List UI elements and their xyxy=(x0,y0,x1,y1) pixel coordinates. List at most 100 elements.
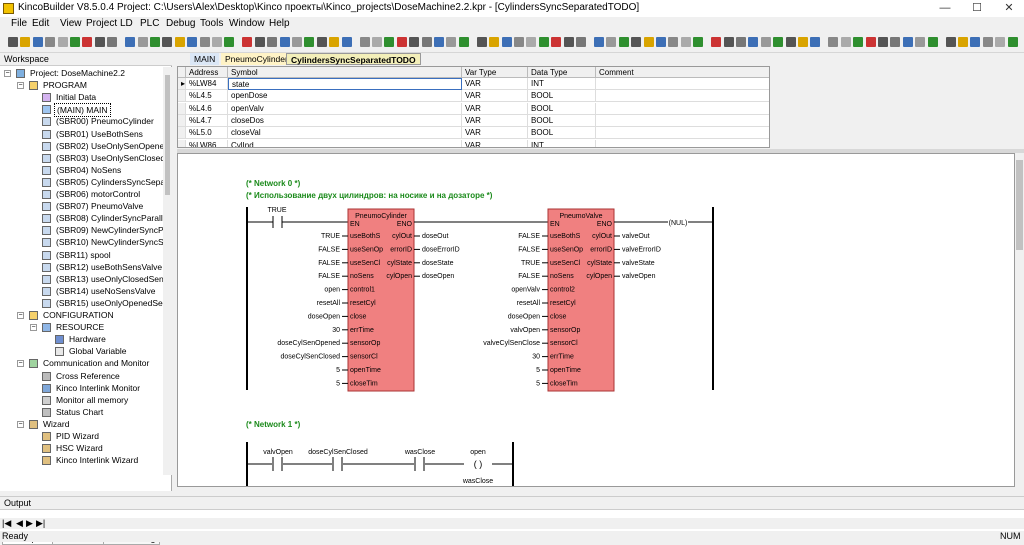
toolbar-button-9-icon[interactable] xyxy=(125,37,136,47)
tree-item[interactable]: (SBR15) useOnlyOpenedSenV xyxy=(0,297,163,309)
tree-item[interactable]: HSC Wizard xyxy=(0,442,163,454)
menu-help[interactable]: Help xyxy=(269,17,290,31)
toolbar-button-42-icon[interactable] xyxy=(551,37,562,47)
table-cell-data-type[interactable]: BOOL xyxy=(528,90,596,103)
tree-item[interactable]: (SBR01) UseBothSens xyxy=(0,128,163,140)
toolbar-button-72-icon[interactable] xyxy=(945,37,956,47)
toolbar-button-49-icon[interactable] xyxy=(643,37,654,47)
toolbar-button-39-icon[interactable] xyxy=(514,37,524,47)
toolbar-button-10-icon[interactable] xyxy=(137,37,148,47)
toolbar-button-62-icon[interactable] xyxy=(810,37,821,47)
table-cell-var-type[interactable]: VAR xyxy=(462,90,528,103)
table-cell-address[interactable]: %L4.7 xyxy=(186,114,228,127)
toolbar-button-40-icon[interactable] xyxy=(526,37,537,47)
toolbar-button-36-icon[interactable] xyxy=(476,37,487,47)
table-header-address[interactable]: Address xyxy=(186,67,228,78)
toolbar-button-54-icon[interactable] xyxy=(711,37,722,47)
tree-item[interactable]: − Project: DoseMachine2.2 xyxy=(0,67,163,79)
tree-item[interactable]: (SBR10) NewCylinderSyncSep xyxy=(0,236,163,248)
maximize-button[interactable]: ☐ xyxy=(962,0,992,17)
doc-tab-pneumocylinder[interactable]: PneumoCylinder xyxy=(221,53,292,65)
toolbar-button-30-icon[interactable] xyxy=(396,37,407,47)
scroll-left-icon[interactable]: ◀ xyxy=(16,518,23,529)
tree-expand-icon[interactable]: − xyxy=(17,82,24,90)
tree-item[interactable]: (SBR05) CylindersSyncSeparat xyxy=(0,176,163,188)
tree-item[interactable]: − CONFIGURATION xyxy=(0,309,163,321)
toolbar-button-18-icon[interactable] xyxy=(242,37,253,47)
toolbar-button-57-icon[interactable] xyxy=(748,37,759,47)
tree-item[interactable]: (SBR07) PneumoValve xyxy=(0,200,163,212)
toolbar-button-24-icon[interactable] xyxy=(316,37,327,47)
table-cell-comment[interactable] xyxy=(596,140,769,148)
tree-item[interactable]: Status Chart xyxy=(0,406,163,418)
toolbar-button-12-icon[interactable] xyxy=(162,37,173,47)
ladder-horizontal-scrollbar[interactable] xyxy=(177,487,1024,495)
toolbar-button-11-icon[interactable] xyxy=(150,37,160,47)
table-cell-var-type[interactable]: VAR xyxy=(462,139,528,147)
table-cell-symbol[interactable]: CylInd xyxy=(228,139,462,147)
table-cell-address[interactable]: %LW84 xyxy=(186,78,228,90)
toolbar-button-52-icon[interactable] xyxy=(680,37,691,47)
tree-item[interactable]: Kinco Interlink Monitor xyxy=(0,382,163,394)
table-header-data-type[interactable]: Data Type xyxy=(528,67,596,78)
tree-item[interactable]: Global Variable xyxy=(0,345,163,357)
toolbar-button-53-icon[interactable] xyxy=(693,37,704,47)
table-cell-address[interactable]: %L4.6 xyxy=(186,102,228,115)
doc-tab-cylinderssync[interactable]: CylindersSyncSeparatedTODO xyxy=(286,53,421,65)
table-cell-data-type[interactable]: BOOL xyxy=(528,102,596,115)
toolbar-button-6-icon[interactable] xyxy=(82,37,93,47)
table-cell-symbol[interactable]: openDose xyxy=(228,90,462,103)
tree-item[interactable]: (SBR09) NewCylinderSyncPara xyxy=(0,224,163,236)
tree-item[interactable]: − Wizard xyxy=(0,418,163,430)
tree-item[interactable]: (SBR08) CylinderSyncParallele xyxy=(0,212,163,224)
toolbar-button-8-icon[interactable] xyxy=(107,37,118,47)
tree-item[interactable]: (SBR13) useOnlyClosedSenVa xyxy=(0,273,163,285)
toolbar-button-22-icon[interactable] xyxy=(292,37,302,47)
toolbar-button-60-icon[interactable] xyxy=(785,37,796,47)
toolbar-button-28-icon[interactable] xyxy=(372,37,382,47)
toolbar-button-65-icon[interactable] xyxy=(853,37,864,47)
toolbar-button-56-icon[interactable] xyxy=(736,37,746,47)
toolbar-button-33-icon[interactable] xyxy=(434,37,444,47)
toolbar-button-63-icon[interactable] xyxy=(828,37,839,47)
menu-debug[interactable]: Debug xyxy=(166,17,195,31)
toolbar-button-20-icon[interactable] xyxy=(267,37,278,47)
toolbar-button-7-icon[interactable] xyxy=(94,37,105,47)
toolbar-button-71-icon[interactable] xyxy=(927,37,938,47)
toolbar-button-73-icon[interactable] xyxy=(958,37,968,47)
toolbar-button-26-icon[interactable] xyxy=(341,37,352,47)
toolbar-button-61-icon[interactable] xyxy=(798,37,808,47)
menu-window[interactable]: Window xyxy=(229,17,265,31)
tree-item[interactable]: PID Wizard xyxy=(0,430,163,442)
toolbar-button-41-icon[interactable] xyxy=(538,37,549,47)
menu-tools[interactable]: Tools xyxy=(200,17,223,31)
minimize-button[interactable]: — xyxy=(930,0,960,17)
table-cell-comment[interactable] xyxy=(596,78,769,90)
tree-item[interactable]: − RESOURCE xyxy=(0,321,163,333)
toolbar-button-67-icon[interactable] xyxy=(878,37,888,47)
toolbar-button-17-icon[interactable] xyxy=(224,37,235,47)
table-cell-address[interactable]: %L4.5 xyxy=(186,90,228,103)
tree-expand-icon[interactable]: − xyxy=(17,420,24,428)
tree-expand-icon[interactable]: − xyxy=(17,312,24,319)
scroll-last-icon[interactable]: ▶| xyxy=(36,518,45,529)
toolbar-button-3-icon[interactable] xyxy=(45,37,56,47)
tree-expand-icon[interactable]: − xyxy=(30,324,37,332)
toolbar-button-46-icon[interactable] xyxy=(606,37,617,47)
toolbar-button-44-icon[interactable] xyxy=(576,37,586,47)
toolbar-button-43-icon[interactable] xyxy=(563,37,574,47)
table-cell-var-type[interactable]: VAR xyxy=(462,114,528,127)
scroll-first-icon[interactable]: |◀ xyxy=(2,518,11,529)
tree-item[interactable]: Cross Reference xyxy=(0,370,163,382)
table-cell-var-type[interactable]: VAR xyxy=(462,78,528,90)
menu-view[interactable]: View xyxy=(60,17,82,31)
tree-expand-icon[interactable]: − xyxy=(4,70,11,77)
toolbar-button-14-icon[interactable] xyxy=(187,37,198,47)
toolbar-button-74-icon[interactable] xyxy=(970,37,981,47)
toolbar-button-59-icon[interactable] xyxy=(773,37,784,47)
table-cell-comment[interactable] xyxy=(596,115,769,127)
table-header-comment[interactable]: Comment xyxy=(596,67,769,78)
toolbar-button-66-icon[interactable] xyxy=(865,37,876,47)
table-header-var-type[interactable]: Var Type xyxy=(462,67,528,78)
tree-item[interactable]: (SBR03) UseOnlySenClosed xyxy=(0,152,163,164)
